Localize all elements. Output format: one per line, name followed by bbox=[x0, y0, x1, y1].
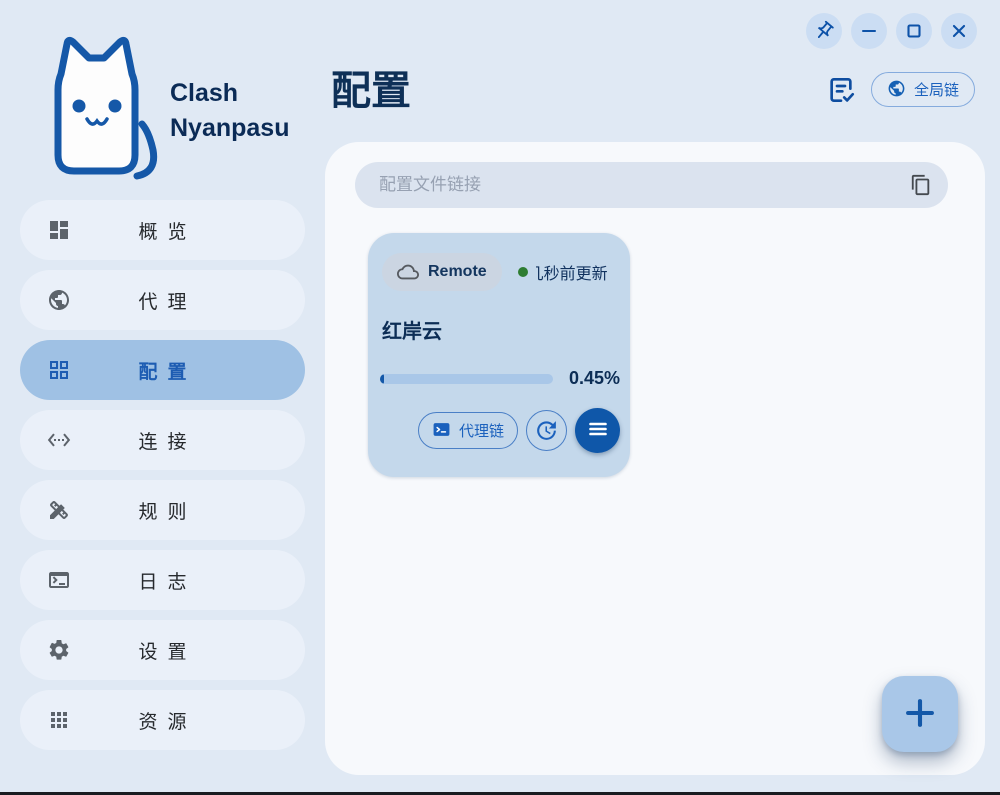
app-title-line2: Nyanpasu bbox=[170, 111, 289, 146]
sidebar-nav: 概览 代理 配置 连接 规则 日志 设置 资源 bbox=[20, 200, 305, 750]
pin-icon bbox=[813, 20, 835, 42]
sidebar-item-label: 概览 bbox=[128, 217, 196, 244]
profile-type-label: Remote bbox=[428, 263, 487, 281]
sidebar-item-rules[interactable]: 规则 bbox=[20, 480, 305, 540]
cat-logo bbox=[26, 28, 176, 185]
profile-url-input[interactable] bbox=[377, 174, 900, 196]
close-button[interactable] bbox=[941, 13, 977, 49]
ethernet-icon bbox=[47, 428, 71, 452]
global-chain-label: 全局链 bbox=[914, 79, 959, 100]
app-title-line1: Clash bbox=[170, 76, 289, 111]
sidebar-item-label: 连接 bbox=[128, 427, 196, 454]
update-status-dot bbox=[518, 267, 528, 277]
sidebar-item-overview[interactable]: 概览 bbox=[20, 200, 305, 260]
minimize-button[interactable] bbox=[851, 13, 887, 49]
sidebar-item-profiles[interactable]: 配置 bbox=[20, 340, 305, 400]
sidebar-item-label: 日志 bbox=[128, 567, 196, 594]
pin-button[interactable] bbox=[806, 13, 842, 49]
fact-check-button[interactable] bbox=[824, 74, 858, 108]
usage-progress-track bbox=[380, 374, 553, 384]
menu-icon bbox=[586, 417, 610, 444]
page-title: 配置 bbox=[331, 58, 411, 116]
sidebar-item-settings[interactable]: 设置 bbox=[20, 620, 305, 680]
sidebar-item-logs[interactable]: 日志 bbox=[20, 550, 305, 610]
global-chain-button[interactable]: 全局链 bbox=[871, 72, 975, 107]
cloud-icon bbox=[397, 261, 419, 283]
profile-card-status-row: Remote 几秒前更新 bbox=[382, 253, 630, 291]
profile-url-field bbox=[355, 162, 948, 208]
sidebar-item-label: 设置 bbox=[128, 637, 196, 664]
maximize-icon bbox=[903, 20, 925, 42]
sidebar-item-label: 资源 bbox=[128, 707, 196, 734]
profiles-panel: Remote 几秒前更新 红岸云 0.45% 代理链 bbox=[325, 142, 985, 775]
sidebar: Clash Nyanpasu 概览 代理 配置 连接 规则 日志 bbox=[0, 0, 325, 795]
apps-icon bbox=[47, 708, 71, 732]
window-controls bbox=[806, 13, 977, 49]
profile-actions: 代理链 bbox=[368, 408, 620, 453]
globe-icon bbox=[887, 79, 906, 101]
minimize-icon bbox=[858, 20, 880, 42]
profile-menu-button[interactable] bbox=[575, 408, 620, 453]
fact-check-icon bbox=[825, 94, 857, 109]
profile-type-chip: Remote bbox=[382, 253, 502, 291]
usage-percent: 0.45% bbox=[569, 368, 620, 389]
update-icon bbox=[534, 418, 559, 443]
maximize-button[interactable] bbox=[896, 13, 932, 49]
usage-row: 0.45% bbox=[380, 368, 620, 389]
app-title: Clash Nyanpasu bbox=[170, 76, 289, 146]
sidebar-item-label: 配置 bbox=[128, 357, 196, 384]
sidebar-item-resources[interactable]: 资源 bbox=[20, 690, 305, 750]
dashboard-icon bbox=[47, 218, 71, 242]
design-services-icon bbox=[47, 498, 71, 522]
proxy-chain-label: 代理链 bbox=[459, 420, 504, 441]
close-icon bbox=[948, 20, 970, 42]
progress-fill bbox=[380, 374, 384, 384]
sidebar-item-label: 规则 bbox=[128, 497, 196, 524]
gear-icon bbox=[47, 638, 71, 662]
updated-time-text: 几秒前更新 bbox=[536, 260, 608, 284]
update-profile-button[interactable] bbox=[526, 410, 567, 451]
profile-name: 红岸云 bbox=[382, 315, 616, 344]
sidebar-item-proxy[interactable]: 代理 bbox=[20, 270, 305, 330]
proxy-chain-button[interactable]: 代理链 bbox=[418, 412, 518, 449]
sidebar-item-connections[interactable]: 连接 bbox=[20, 410, 305, 470]
globe-icon bbox=[47, 288, 71, 312]
terminal-icon bbox=[47, 568, 71, 592]
grid-icon bbox=[47, 358, 71, 382]
paste-icon[interactable] bbox=[910, 174, 932, 196]
add-profile-fab[interactable] bbox=[882, 676, 958, 752]
terminal-icon bbox=[432, 420, 451, 442]
sidebar-item-label: 代理 bbox=[128, 287, 196, 314]
plus-icon bbox=[901, 694, 939, 735]
profile-card[interactable]: Remote 几秒前更新 红岸云 0.45% 代理链 bbox=[368, 233, 630, 477]
